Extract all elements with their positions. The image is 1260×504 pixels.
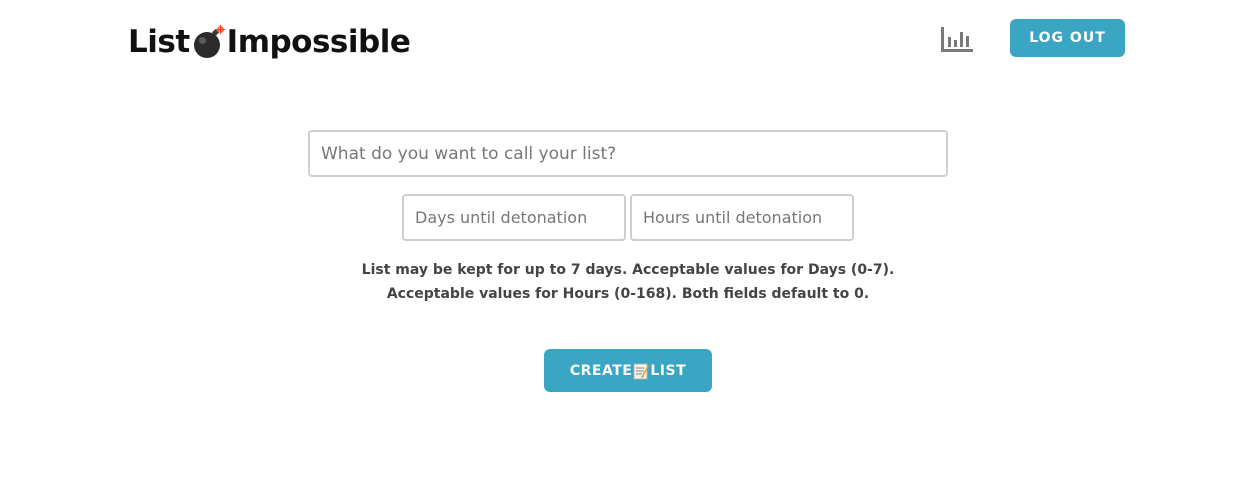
duration-help-text: List may be kept for up to 7 days. Accep… [361, 262, 895, 302]
app-header: List Impossible LOG OUT [0, 0, 1260, 80]
hours-until-detonation-input[interactable] [630, 194, 854, 241]
memo-icon [633, 362, 650, 380]
list-name-input[interactable] [308, 130, 948, 177]
create-label-create: CREATE [569, 362, 633, 379]
logout-button[interactable]: LOG OUT [1010, 19, 1125, 57]
create-list-button[interactable]: CREATE LIST [544, 349, 712, 392]
create-label-list: LIST [650, 362, 687, 379]
bar-chart-icon[interactable] [940, 26, 974, 54]
bomb-icon [193, 25, 225, 59]
logo-word-list: List [128, 24, 190, 60]
days-until-detonation-input[interactable] [402, 194, 626, 241]
logo-word-impossible: Impossible [226, 24, 411, 60]
app-logo[interactable]: List Impossible [128, 20, 411, 64]
